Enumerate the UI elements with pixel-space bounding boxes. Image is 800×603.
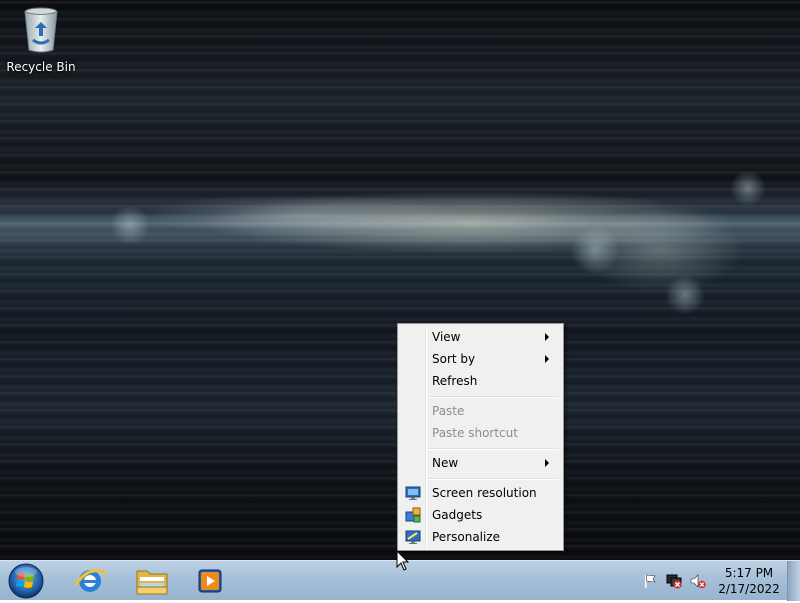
submenu-arrow-icon <box>545 459 549 467</box>
menu-item-paste: Paste <box>400 400 559 422</box>
submenu-arrow-icon <box>545 333 549 341</box>
personalize-icon <box>405 530 421 544</box>
menu-separator <box>428 448 559 450</box>
taskbar-media-player[interactable] <box>184 563 236 599</box>
menu-item-new[interactable]: New <box>400 452 559 474</box>
submenu-arrow-icon <box>545 355 549 363</box>
action-center-flag-icon[interactable] <box>642 573 658 589</box>
network-disconnected-icon[interactable] <box>666 573 682 589</box>
recycle-bin-shortcut[interactable]: Recycle Bin <box>6 6 76 74</box>
taskbar-windows-explorer[interactable] <box>126 563 178 599</box>
menu-item-label: Paste shortcut <box>432 426 518 440</box>
desktop-context-menu: View Sort by Refresh Paste Paste shortcu… <box>397 323 564 551</box>
menu-item-view[interactable]: View <box>400 326 559 348</box>
menu-item-paste-shortcut: Paste shortcut <box>400 422 559 444</box>
menu-item-label: Personalize <box>432 530 501 544</box>
menu-item-sort-by[interactable]: Sort by <box>400 348 559 370</box>
system-clock[interactable]: 5:17 PM 2/17/2022 <box>713 565 785 597</box>
recycle-bin-icon <box>24 7 58 53</box>
menu-item-label: Paste <box>432 404 465 418</box>
recycle-bin-label: Recycle Bin <box>6 60 76 74</box>
menu-item-label: View <box>432 330 461 344</box>
start-button[interactable] <box>6 562 46 600</box>
menu-item-refresh[interactable]: Refresh <box>400 370 559 392</box>
menu-item-gadgets[interactable]: Gadgets <box>400 504 559 526</box>
wallpaper-light-spot <box>730 170 766 206</box>
menu-item-label: Refresh <box>432 374 478 388</box>
clock-date: 2/17/2022 <box>718 582 780 596</box>
folder-icon <box>136 570 168 595</box>
wallpaper-light-spot <box>665 275 705 315</box>
menu-item-personalize[interactable]: Personalize <box>400 526 559 548</box>
internet-explorer-icon <box>74 569 107 592</box>
menu-item-label: Screen resolution <box>432 486 537 500</box>
wallpaper-light-spot <box>570 225 620 275</box>
wallpaper-light-spot <box>110 205 150 245</box>
gadgets-icon <box>405 507 421 523</box>
menu-item-label: New <box>432 456 459 470</box>
taskbar-internet-explorer[interactable] <box>64 563 116 599</box>
show-desktop-button[interactable] <box>787 561 800 601</box>
windows-start-icon <box>8 563 44 599</box>
menu-item-label: Sort by <box>432 352 476 366</box>
volume-muted-icon[interactable] <box>690 573 706 589</box>
menu-item-label: Gadgets <box>432 508 483 522</box>
menu-separator <box>428 478 559 480</box>
menu-separator <box>428 396 559 398</box>
screen-resolution-icon <box>405 486 421 500</box>
clock-time: 5:17 PM <box>724 566 774 580</box>
media-player-icon <box>198 569 222 593</box>
menu-item-screen-resolution[interactable]: Screen resolution <box>400 482 559 504</box>
mouse-cursor-icon <box>396 550 410 571</box>
